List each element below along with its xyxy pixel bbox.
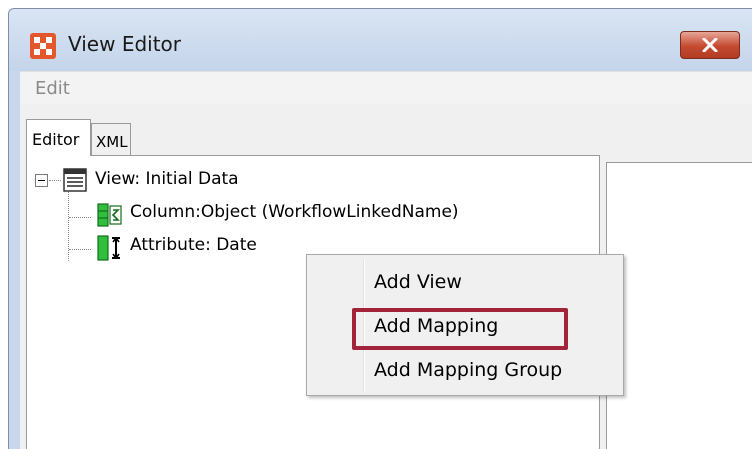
tree-connector (68, 190, 69, 261)
menu-item-add-view[interactable]: Add View (374, 271, 462, 293)
tab-xml-label: XML (96, 133, 128, 151)
close-icon (702, 38, 718, 52)
window-title: View Editor (68, 32, 182, 56)
tab-editor[interactable]: Editor (26, 119, 91, 156)
menu-bar: Edit (20, 71, 752, 105)
view-icon (63, 168, 87, 192)
close-button[interactable] (680, 31, 740, 59)
menu-item-add-mapping-group[interactable]: Add Mapping Group (374, 359, 562, 381)
tree-child-attribute-label[interactable]: Attribute: Date (130, 235, 257, 255)
tree-connector (69, 217, 91, 218)
collapse-toggle-icon[interactable] (35, 174, 48, 187)
tab-editor-label: Editor (32, 130, 80, 149)
highlight-annotation-box (352, 308, 568, 350)
tree-connector (69, 249, 91, 250)
property-panel (606, 162, 752, 449)
menu-edit[interactable]: Edit (35, 78, 70, 99)
app-logo-icon (30, 33, 56, 59)
column-icon (97, 203, 122, 227)
tab-xml[interactable]: XML (91, 123, 131, 156)
attribute-icon (97, 235, 120, 261)
title-bar: View Editor (9, 9, 752, 71)
tree-child-column-label[interactable]: Column:Object (WorkflowLinkedName) (130, 202, 459, 222)
tree-root-label[interactable]: View: Initial Data (95, 169, 239, 189)
tree-connector (49, 180, 61, 181)
